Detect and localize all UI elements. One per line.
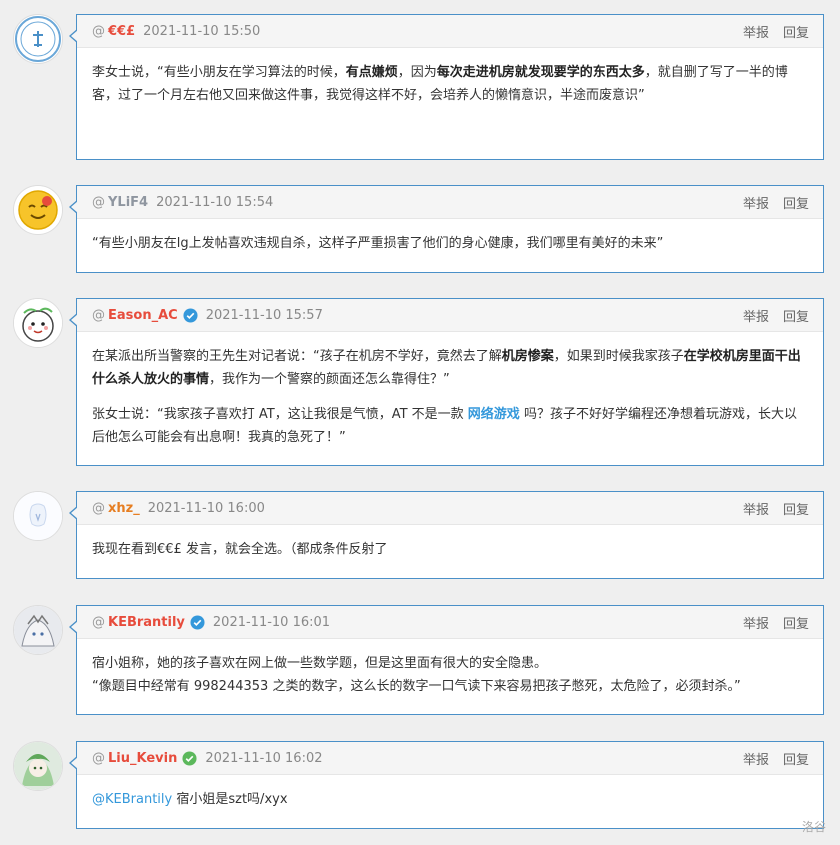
avatar[interactable] xyxy=(13,491,63,541)
comment-body: 在某派出所当警察的王先生对记者说：“孩子在机房不学好，竟然去了解机房惨案，如果到… xyxy=(77,332,823,463)
comment-body: 宿小姐称，她的孩子喜欢在网上做一些数学题，但是这里面有很大的安全隐患。 “像题目中… xyxy=(77,639,823,712)
report-button[interactable]: 举报 xyxy=(743,26,769,41)
comment-text: 李女士说，“有些小朋友在学习算法的时候，有点嫌烦，因为每次走进机房就发现要学的东… xyxy=(92,65,788,103)
comment-header: @ Liu_Kevin 2021-11-10 16:02 举报 回复 xyxy=(77,742,823,775)
comment-card: @ xhz_ 2021-11-10 16:00 举报 回复 我现在看到€€£ 发言… xyxy=(69,491,824,579)
username[interactable]: €€£ xyxy=(108,24,135,39)
comment-text: 宿小姐称，她的孩子喜欢在网上做一些数学题，但是这里面有很大的安全隐患。 “像题目中… xyxy=(92,656,741,694)
comment-body: 李女士说，“有些小朋友在学习算法的时候，有点嫌烦，因为每次走进机房就发现要学的东… xyxy=(77,48,823,121)
comment-header: @ xhz_ 2021-11-10 16:00 举报 回复 xyxy=(77,492,823,525)
site-watermark: 洛谷 xyxy=(801,820,826,834)
report-button[interactable]: 举报 xyxy=(743,197,769,212)
reply-button[interactable]: 回复 xyxy=(783,617,809,632)
comment-actions: 举报 回复 xyxy=(729,22,809,41)
avatar[interactable] xyxy=(13,741,63,791)
verified-badge-icon xyxy=(190,614,205,630)
username[interactable]: xhz_ xyxy=(108,501,140,516)
reply-button[interactable]: 回复 xyxy=(783,753,809,768)
inline-link[interactable]: 网络游戏 xyxy=(468,407,520,422)
comment-card: @ Liu_Kevin 2021-11-10 16:02 举报 回复 @KEBra… xyxy=(69,741,824,829)
comment-header: @ KEBrantily 2021-11-10 16:01 举报 回复 xyxy=(77,606,823,639)
reply-button[interactable]: 回复 xyxy=(783,26,809,41)
avatar[interactable] xyxy=(13,14,63,64)
report-button[interactable]: 举报 xyxy=(743,753,769,768)
comment-text: 我现在看到€€£ 发言，就会全选。（都成条件反射了 xyxy=(92,542,388,557)
reply-button[interactable]: 回复 xyxy=(783,310,809,325)
timestamp: 2021-11-10 15:50 xyxy=(143,23,261,39)
username[interactable]: KEBrantily xyxy=(108,615,185,630)
avatar[interactable] xyxy=(13,605,63,655)
report-button[interactable]: 举报 xyxy=(743,310,769,325)
comment-card: @ €€£ 2021-11-10 15:50 举报 回复 李女士说，“有些小朋友在… xyxy=(69,14,824,160)
comment-actions: 举报 回复 xyxy=(729,749,809,768)
comment-paragraph: 在某派出所当警察的王先生对记者说：“孩子在机房不学好，竟然去了解机房惨案，如果到… xyxy=(92,349,801,387)
report-button[interactable]: 举报 xyxy=(743,617,769,632)
verified-badge-icon xyxy=(183,307,198,323)
comment-body: @KEBrantily 宿小姐是szt吗/xyx xyxy=(77,775,823,825)
comment-text: @KEBrantily 宿小姐是szt吗/xyx xyxy=(92,792,288,807)
avatar[interactable] xyxy=(13,185,63,235)
report-button[interactable]: 举报 xyxy=(743,503,769,518)
comment-header: @ YLiF4 2021-11-10 15:54 举报 回复 xyxy=(77,186,823,219)
username[interactable]: Eason_AC xyxy=(108,308,178,323)
comment-header: @ Eason_AC 2021-11-10 15:57 举报 回复 xyxy=(77,299,823,332)
comment-actions: 举报 回复 xyxy=(729,613,809,632)
avatar[interactable] xyxy=(13,298,63,348)
timestamp: 2021-11-10 15:54 xyxy=(156,194,274,210)
comment-actions: 举报 回复 xyxy=(729,193,809,212)
verified-badge-icon xyxy=(182,750,197,766)
timestamp: 2021-11-10 15:57 xyxy=(205,307,323,323)
user-mention[interactable]: @KEBrantily xyxy=(92,792,172,807)
comment-header: @ €€£ 2021-11-10 15:50 举报 回复 xyxy=(77,15,823,48)
reply-button[interactable]: 回复 xyxy=(783,503,809,518)
reply-button[interactable]: 回复 xyxy=(783,197,809,212)
timestamp: 2021-11-10 16:00 xyxy=(147,500,265,516)
timestamp: 2021-11-10 16:01 xyxy=(212,614,331,630)
comment-paragraph: 张女士说：“我家孩子喜欢打 AT，这让我很是气愤，AT 不是一款 网络游戏 吗？… xyxy=(92,407,797,445)
username[interactable]: YLiF4 xyxy=(108,195,148,210)
comment-body: 我现在看到€€£ 发言，就会全选。（都成条件反射了 xyxy=(77,525,823,575)
comment-card: @ YLiF4 2021-11-10 15:54 举报 回复 “有些小朋友在lg上… xyxy=(69,185,824,273)
comment-actions: 举报 回复 xyxy=(729,499,809,518)
username[interactable]: Liu_Kevin xyxy=(108,751,177,766)
comment-card: @ KEBrantily 2021-11-10 16:01 举报 回复 宿小姐称，… xyxy=(69,605,824,715)
comment-card: @ Eason_AC 2021-11-10 15:57 举报 回复 在某派出所当警… xyxy=(69,298,824,466)
comment-actions: 举报 回复 xyxy=(729,306,809,325)
comment-body: “有些小朋友在lg上发帖喜欢违规自杀，这样子严重损害了他们的身心健康，我们哪里有… xyxy=(77,219,823,269)
comment-text: “有些小朋友在lg上发帖喜欢违规自杀，这样子严重损害了他们的身心健康，我们哪里有… xyxy=(92,236,664,251)
timestamp: 2021-11-10 16:02 xyxy=(205,750,323,766)
